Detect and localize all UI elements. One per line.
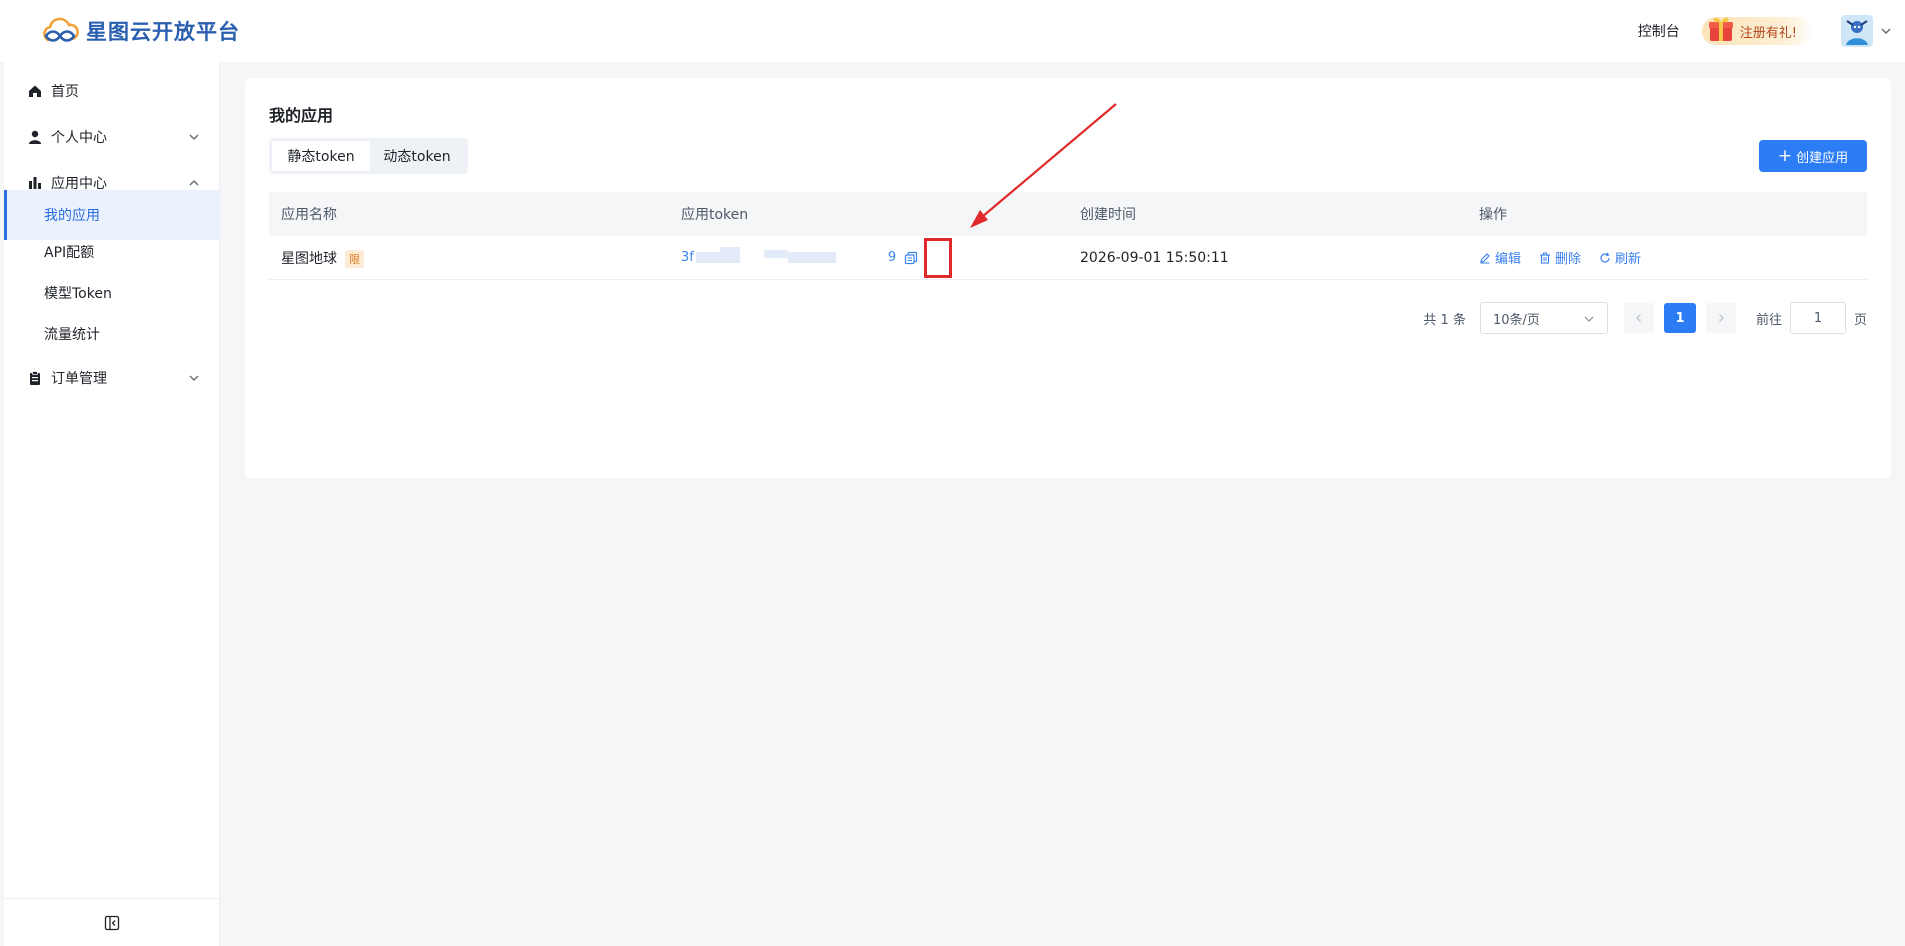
chevron-left-icon bbox=[1636, 314, 1641, 322]
goto-page-input[interactable] bbox=[1789, 302, 1846, 334]
top-header: 星图云开放平台 控制台 注册有礼! bbox=[0, 0, 1905, 62]
edit-icon bbox=[1480, 252, 1490, 263]
create-app-label: 创建应用 bbox=[1796, 150, 1849, 166]
chevron-right-icon bbox=[1719, 314, 1724, 322]
chevron-down-icon[interactable] bbox=[1879, 24, 1893, 38]
actions-cell: 编辑 删除 刷新 bbox=[1467, 248, 1867, 267]
chevron-down-icon bbox=[1584, 316, 1594, 322]
page-size-select[interactable]: 10条/页 bbox=[1479, 302, 1608, 334]
tab-static-token[interactable]: 静态token bbox=[272, 141, 370, 171]
masked-token-segment bbox=[719, 246, 740, 263]
chevron-down-icon bbox=[189, 375, 199, 381]
avatar-image-icon bbox=[1841, 15, 1873, 47]
create-app-button[interactable]: + 创建应用 bbox=[1759, 140, 1867, 172]
sidebar-item-label: 个人中心 bbox=[51, 130, 107, 146]
copy-icon[interactable] bbox=[904, 251, 918, 265]
page-number-button[interactable]: 1 bbox=[1663, 303, 1696, 333]
tab-dynamic-token[interactable]: 动态token bbox=[370, 141, 464, 171]
column-header-app-token: 应用token bbox=[681, 207, 749, 223]
logo[interactable]: 星图云开放平台 bbox=[38, 16, 240, 46]
column-header-created-time: 创建时间 bbox=[1080, 207, 1136, 223]
sidebar: 首页 个人中心 应用中心 我的应用 API配额 模型Token 流量统计 订单管… bbox=[4, 62, 220, 946]
cloud-logo-icon bbox=[43, 17, 79, 42]
app-token-cell: 3f 9 bbox=[669, 238, 1068, 278]
created-time-cell: 2026-09-01 15:50:11 bbox=[1080, 249, 1229, 266]
column-header-actions: 操作 bbox=[1479, 207, 1507, 223]
token-type-tabs: 静态token 动态token bbox=[269, 138, 468, 174]
total-count: 共 1 条 bbox=[1423, 312, 1466, 328]
goto-label: 前往 bbox=[1755, 312, 1782, 328]
masked-token-segment bbox=[695, 252, 720, 263]
trash-icon bbox=[1540, 252, 1551, 264]
delete-label: 删除 bbox=[1555, 252, 1582, 267]
chevron-up-icon bbox=[189, 180, 199, 186]
edit-label: 编辑 bbox=[1495, 252, 1522, 267]
page-title: 我的应用 bbox=[269, 106, 334, 125]
apps-table: 应用名称 应用token 创建时间 操作 星图地球限 3f 9 2026-09-… bbox=[269, 192, 1867, 280]
prev-page-button[interactable] bbox=[1623, 303, 1654, 333]
edit-button[interactable]: 编辑 bbox=[1479, 248, 1521, 267]
home-icon bbox=[29, 85, 41, 97]
bar-chart-icon bbox=[29, 177, 41, 189]
register-gift-badge[interactable]: 注册有礼! bbox=[1701, 17, 1813, 45]
refresh-button[interactable]: 刷新 bbox=[1599, 248, 1641, 267]
app-name-cell: 星图地球限 bbox=[269, 248, 669, 268]
token-suffix: 9 bbox=[887, 250, 897, 265]
gift-icon bbox=[1708, 17, 1733, 41]
chevron-down-icon bbox=[189, 134, 199, 140]
pagination: 共 1 条 10条/页 1 前往 页 bbox=[1423, 302, 1867, 334]
sidebar-footer bbox=[4, 898, 220, 946]
promo-text: 注册有礼! bbox=[1739, 25, 1797, 41]
limit-badge: 限 bbox=[345, 249, 364, 268]
logo-text: 星图云开放平台 bbox=[86, 20, 240, 44]
my-apps-card: 我的应用 静态token 动态token + 创建应用 应用名称 应用token… bbox=[245, 78, 1891, 478]
sidebar-item-home[interactable]: 首页 bbox=[4, 66, 220, 116]
sidebar-item-traffic-stats[interactable]: 流量统计 bbox=[4, 309, 220, 359]
sidebar-item-personal-center[interactable]: 个人中心 bbox=[4, 112, 220, 162]
app-name: 星图地球 bbox=[281, 250, 337, 267]
sidebar-item-label: 首页 bbox=[51, 84, 79, 100]
masked-token-segment bbox=[787, 252, 836, 263]
next-page-button[interactable] bbox=[1705, 303, 1736, 333]
collapse-sidebar-icon[interactable] bbox=[104, 915, 120, 931]
table-header: 应用名称 应用token 创建时间 操作 bbox=[269, 192, 1867, 236]
delete-button[interactable]: 删除 bbox=[1539, 248, 1581, 267]
clipboard-icon bbox=[30, 371, 40, 385]
copy-highlight-box bbox=[924, 238, 952, 278]
masked-token-segment bbox=[763, 249, 788, 258]
column-header-app-name: 应用名称 bbox=[281, 207, 337, 223]
table-row: 星图地球限 3f 9 2026-09-01 15:50:11 编辑 删除 刷新 bbox=[269, 236, 1867, 280]
sidebar-item-order-management[interactable]: 订单管理 bbox=[4, 353, 220, 403]
refresh-icon bbox=[1600, 252, 1610, 263]
token-prefix: 3f bbox=[681, 250, 694, 265]
page-size-value: 10条/页 bbox=[1492, 312, 1540, 328]
avatar[interactable] bbox=[1841, 15, 1873, 47]
refresh-label: 刷新 bbox=[1615, 252, 1642, 267]
plus-icon: + bbox=[1777, 145, 1793, 166]
sidebar-item-label: 订单管理 bbox=[51, 371, 107, 387]
page-suffix-label: 页 bbox=[1853, 312, 1867, 328]
console-link[interactable]: 控制台 bbox=[1638, 21, 1680, 41]
user-icon bbox=[29, 130, 41, 144]
